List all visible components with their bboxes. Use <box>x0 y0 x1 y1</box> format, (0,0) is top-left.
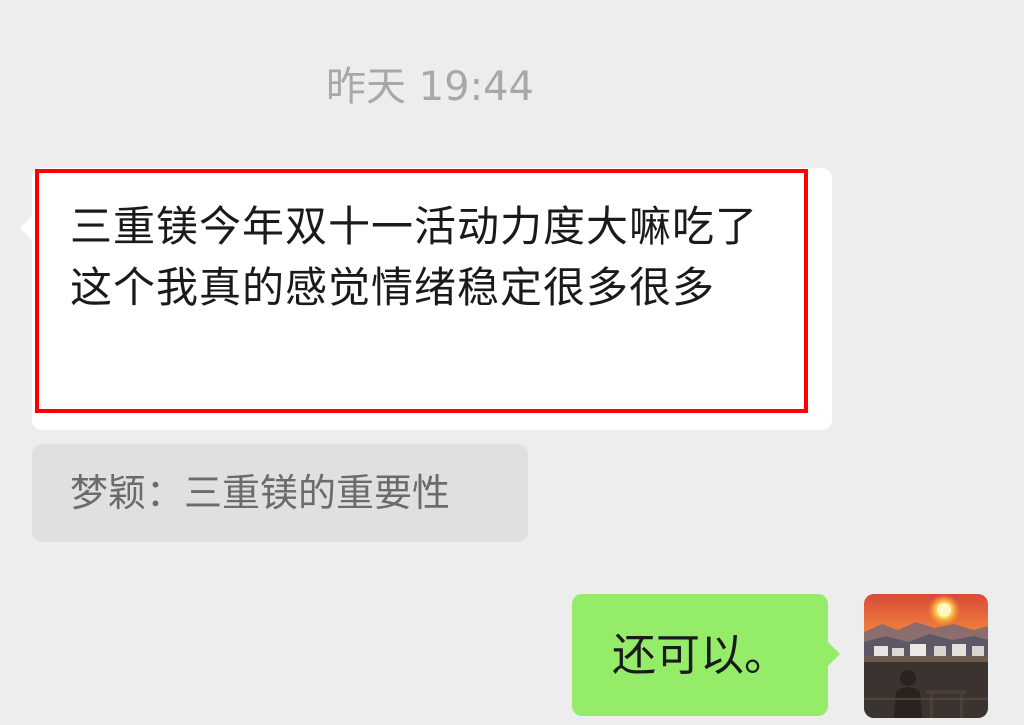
outgoing-message-text: 还可以。 <box>612 630 788 681</box>
user-avatar[interactable] <box>864 594 988 718</box>
outgoing-bubble-tail <box>828 642 840 666</box>
sunset-landscape-photo-icon <box>864 594 988 718</box>
incoming-message-text: 三重镁今年双十一活动力度大嘛吃了这个我真的感觉情绪稳定很多很多 <box>70 202 759 312</box>
message-timestamp: 昨天 19:44 <box>326 64 534 110</box>
incoming-message-bubble[interactable]: 三重镁今年双十一活动力度大嘛吃了这个我真的感觉情绪稳定很多很多 <box>20 168 832 430</box>
quoted-reply-text: 梦颖：三重镁的重要性 <box>70 471 451 515</box>
outgoing-message-bubble[interactable]: 还可以。 <box>572 594 840 716</box>
incoming-bubble-tail <box>20 216 32 240</box>
quoted-reply[interactable]: 梦颖：三重镁的重要性 <box>32 444 528 542</box>
